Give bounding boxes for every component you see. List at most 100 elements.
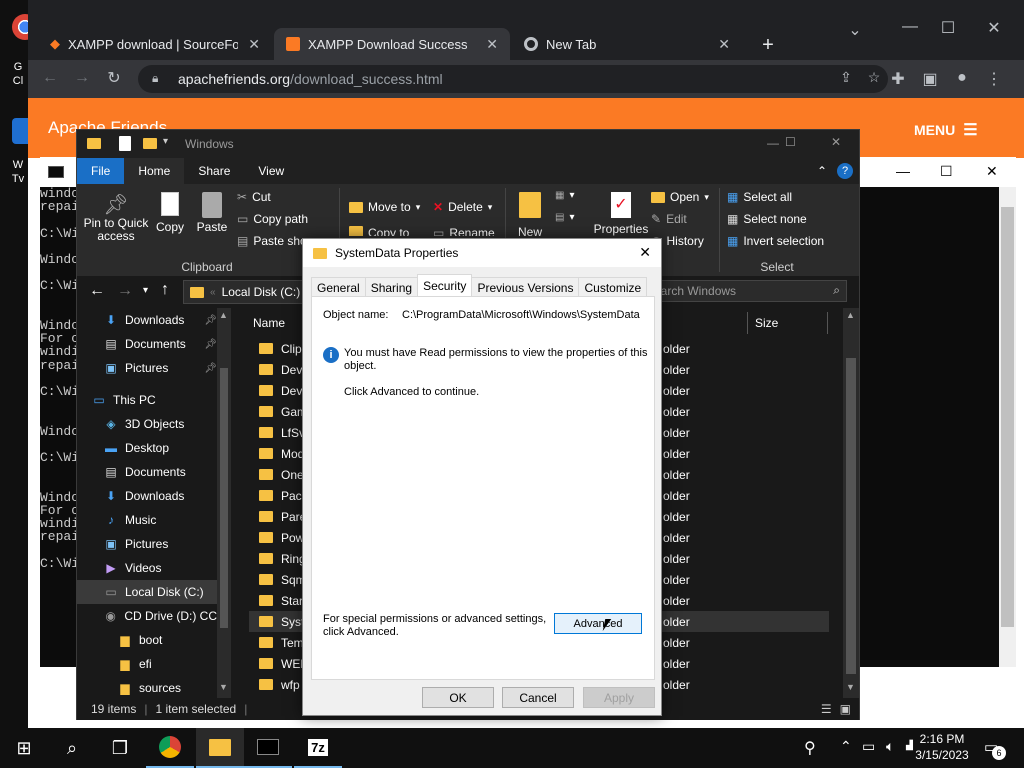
tab-security[interactable]: Security [417, 274, 473, 297]
nav-item[interactable]: ▤ Documents 📌︎ [77, 332, 217, 356]
file-explorer-taskbar-icon[interactable] [196, 728, 244, 768]
invert-selection-button[interactable]: ▦ Invert selection [727, 234, 824, 248]
forward-icon[interactable]: → [117, 282, 133, 300]
easy-access-button[interactable]: ▤ ▾ [555, 212, 574, 223]
maximize-icon[interactable]: ☐ [785, 135, 796, 149]
side-panel-icon[interactable]: ▣ [918, 69, 942, 89]
tab-file[interactable]: File [77, 158, 125, 184]
tab-xampp-success[interactable]: XAMPP Download Success ✕ [274, 28, 510, 60]
scroll-down-icon[interactable]: ▼ [219, 682, 228, 692]
minimize-icon[interactable]: — [896, 163, 910, 179]
forward-icon[interactable]: → [70, 69, 94, 87]
column-header-size[interactable]: Size [755, 316, 778, 330]
nav-item[interactable]: ▆ boot [77, 628, 217, 652]
paste-shortcut-button[interactable]: ▤ Paste sho [237, 234, 307, 248]
move-to-button[interactable]: Move to ▾ [349, 200, 420, 214]
address-bar[interactable]: 🔒︎ apachefriends.org/download_success.ht… [138, 65, 888, 93]
path-box[interactable]: « Local Disk (C:) [183, 280, 303, 304]
copy-to-button[interactable]: Copy to [349, 226, 409, 236]
minimize-icon[interactable]: — [898, 18, 922, 36]
edit-button[interactable]: ✎ Edit [651, 212, 687, 226]
nav-item[interactable]: ▆ sources [77, 676, 217, 700]
cancel-button[interactable]: Cancel [502, 687, 574, 708]
maximize-icon[interactable]: ☐ [936, 18, 960, 38]
scroll-down-icon[interactable]: ▼ [846, 682, 855, 692]
extensions-icon[interactable]: ✚ [886, 69, 910, 89]
nav-item[interactable]: ♪ Music [77, 508, 217, 532]
tab-general[interactable]: General [311, 277, 366, 297]
nav-item[interactable]: ⬇ Downloads [77, 484, 217, 508]
select-all-button[interactable]: ▦ Select all [727, 190, 792, 204]
tab-previous-versions[interactable]: Previous Versions [471, 277, 580, 297]
new-folder-qat-icon[interactable] [143, 138, 157, 149]
search-input[interactable]: earch Windows ⌕ [647, 280, 847, 302]
ribbon-collapse-icon[interactable]: ⌃ [817, 164, 837, 178]
bookmark-star-icon[interactable]: ☆ [862, 69, 886, 86]
tab-share[interactable]: Share [184, 158, 244, 184]
file-scrollbar[interactable]: ▲ ▼ [843, 308, 859, 698]
nav-item[interactable]: ◉ CD Drive (D:) CC [77, 604, 217, 628]
tab-view[interactable]: View [244, 158, 298, 184]
new-item-button[interactable]: ▦ ▾ [555, 190, 574, 201]
tab-customize[interactable]: Customize [578, 277, 648, 297]
menu-kebab-icon[interactable]: ⋮ [982, 69, 1006, 89]
back-icon[interactable]: ← [38, 69, 62, 87]
start-windows-icon[interactable]: ⊞ [0, 728, 48, 768]
close-icon[interactable]: ✕ [831, 135, 841, 149]
nav-item[interactable]: ▶ Videos [77, 556, 217, 580]
back-icon[interactable]: ← [89, 282, 105, 300]
properties-qat-icon[interactable] [119, 136, 131, 151]
maximize-icon[interactable]: ☐ [940, 163, 953, 180]
nav-item[interactable]: ▣ Pictures [77, 532, 217, 556]
scroll-thumb[interactable] [846, 358, 856, 674]
reload-icon[interactable]: ↻ [102, 68, 126, 88]
apply-button[interactable]: Apply [583, 687, 655, 708]
close-icon[interactable]: ✕ [639, 244, 651, 261]
nav-item[interactable]: ▭ This PC [77, 388, 217, 412]
tab-sourceforge[interactable]: ◆ XAMPP download | SourceForge ✕ [38, 28, 272, 60]
volume-icon[interactable]: 🔈︎ [886, 738, 894, 755]
recent-chevron-icon[interactable]: ▾ [143, 285, 148, 296]
delete-button[interactable]: ✕ Delete ▾ [433, 200, 492, 214]
close-icon[interactable]: ✕ [986, 163, 998, 180]
copy-path-button[interactable]: ▭ Copy path [237, 212, 308, 226]
nav-item[interactable]: ▣ Pictures 📌︎ [77, 356, 217, 380]
nav-item[interactable]: ◈ 3D Objects [77, 412, 217, 436]
scroll-thumb[interactable] [220, 368, 228, 628]
nav-item[interactable]: ⬇ Downloads 📌︎ [77, 308, 217, 332]
pin-quick-access-button[interactable]: 📌︎ Pin to Quick access [83, 192, 149, 243]
open-button[interactable]: Open ▾ [651, 190, 709, 204]
close-tab-icon[interactable]: ✕ [486, 36, 498, 53]
scroll-thumb[interactable] [1001, 207, 1014, 627]
nav-scrollbar[interactable]: ▲ ▼ [217, 308, 231, 698]
new-folder-button[interactable]: New [513, 192, 547, 239]
nav-item[interactable]: ▭ Local Disk (C:) [77, 580, 217, 604]
7zip-taskbar-icon[interactable]: 7z [294, 728, 342, 768]
select-none-button[interactable]: ▦ Select none [727, 212, 807, 226]
network-icon[interactable]: ▭ [862, 738, 875, 755]
properties-dialog[interactable]: SystemData Properties ✕ General Sharing … [302, 238, 662, 716]
ok-button[interactable]: OK [422, 687, 494, 708]
close-tab-icon[interactable]: ✕ [248, 36, 260, 53]
nav-item[interactable]: ▆ efi [77, 652, 217, 676]
share-icon[interactable]: ⇪ [834, 69, 858, 86]
notification-center-icon[interactable]: ▭ 6 [984, 738, 1006, 760]
task-view-icon[interactable]: ❐ [96, 728, 144, 768]
details-view-icon[interactable]: ☰ [821, 702, 832, 716]
tab-home[interactable]: Home [124, 158, 185, 184]
nav-item[interactable]: ▬ Desktop [77, 436, 217, 460]
people-icon[interactable]: ⚲ [804, 738, 816, 758]
clock[interactable]: 2:16 PM 3/15/2023 [912, 731, 972, 763]
minimize-icon[interactable]: — [767, 136, 779, 150]
help-icon[interactable]: ? [837, 163, 853, 179]
site-menu-button[interactable]: MENU ☰ [914, 120, 978, 140]
cmd-scrollbar[interactable] [999, 187, 1016, 667]
chrome-taskbar-icon[interactable] [146, 728, 194, 768]
cut-button[interactable]: ✂ Cut [237, 190, 271, 204]
tab-search-chevron-icon[interactable]: ⌄ [843, 20, 867, 40]
copy-button[interactable]: Copy [153, 192, 187, 234]
explorer-titlebar[interactable]: ▾ Windows — ☐ ✕ [77, 130, 859, 158]
large-icons-view-icon[interactable]: ▣ [840, 702, 851, 716]
tab-sharing[interactable]: Sharing [364, 277, 419, 297]
scroll-up-icon[interactable]: ▲ [846, 310, 855, 320]
